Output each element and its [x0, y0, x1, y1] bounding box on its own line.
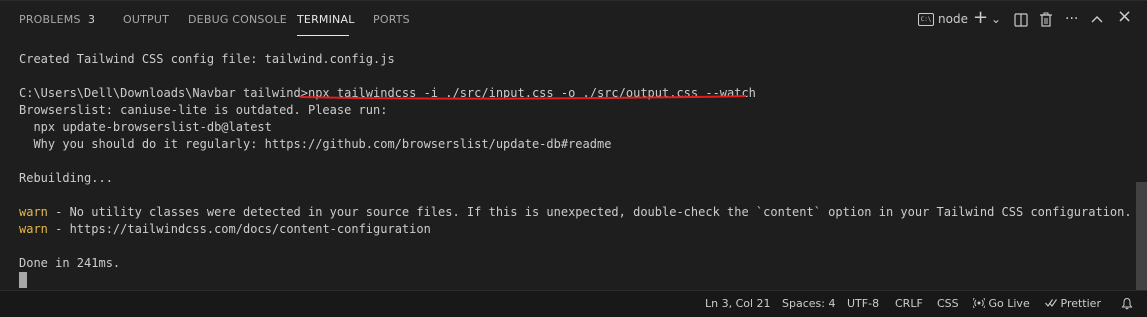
- status-bar: Ln 3, Col 21 Spaces: 4 UTF-8 CRLF CSS Go…: [0, 290, 1147, 317]
- terminal-line: Done in 241ms.: [19, 256, 121, 270]
- prettier-status[interactable]: Prettier: [1045, 297, 1101, 310]
- panel-tab-bar: PROBLEMS 3 OUTPUT DEBUG CONSOLE TERMINAL…: [0, 0, 1147, 39]
- eol-setting[interactable]: CRLF: [895, 297, 923, 310]
- split-terminal-icon[interactable]: [1014, 13, 1028, 27]
- terminal-icon[interactable]: C:\: [918, 13, 934, 26]
- terminal-line: npx update-browserslist-db@latest: [19, 120, 272, 134]
- terminal-line: Rebuilding...: [19, 171, 113, 185]
- go-live-button[interactable]: Go Live: [971, 297, 1030, 310]
- warn-label: warn: [19, 205, 48, 219]
- terminal-cursor: [19, 272, 27, 288]
- warn-message: - No utility classes were detected in yo…: [47, 205, 1132, 219]
- terminal-line: Browserslist: caniuse-lite is outdated. …: [19, 103, 388, 117]
- trash-icon[interactable]: [1039, 12, 1053, 27]
- indentation-setting[interactable]: Spaces: 4: [782, 297, 835, 310]
- go-live-label: Go Live: [988, 297, 1030, 310]
- more-actions-icon[interactable]: ···: [1065, 9, 1078, 29]
- tab-ports[interactable]: PORTS: [373, 13, 410, 26]
- cursor-position[interactable]: Ln 3, Col 21: [705, 297, 771, 310]
- tab-problems[interactable]: PROBLEMS: [19, 13, 81, 26]
- active-tab-indicator: [297, 35, 349, 36]
- double-check-icon: [1045, 299, 1057, 307]
- terminal-warn-line: warn - https://tailwindcss.com/docs/cont…: [19, 221, 431, 238]
- terminal-output[interactable]: Created Tailwind CSS config file: tailwi…: [0, 38, 1134, 290]
- tab-terminal[interactable]: TERMINAL: [297, 13, 355, 26]
- red-annotation-underline: [299, 95, 747, 100]
- maximize-panel-icon[interactable]: [1091, 14, 1103, 24]
- terminal-warn-line: warn - No utility classes were detected …: [19, 204, 1132, 221]
- encoding-setting[interactable]: UTF-8: [847, 297, 879, 310]
- tab-output[interactable]: OUTPUT: [123, 13, 169, 26]
- tab-debug-console[interactable]: DEBUG CONSOLE: [188, 13, 287, 26]
- bell-icon[interactable]: [1121, 297, 1133, 310]
- terminal-instance-label[interactable]: node: [938, 12, 968, 26]
- chevron-down-icon[interactable]: ⌄: [991, 9, 1001, 29]
- language-mode[interactable]: CSS: [937, 297, 959, 310]
- terminal-line: Why you should do it regularly: https://…: [19, 137, 612, 151]
- prettier-label: Prettier: [1060, 297, 1101, 310]
- add-terminal-icon[interactable]: +: [973, 8, 988, 28]
- close-panel-icon[interactable]: ×: [1117, 7, 1132, 27]
- terminal-scrollbar[interactable]: [1136, 182, 1147, 290]
- terminal-line: Created Tailwind CSS config file: tailwi…: [19, 52, 395, 66]
- broadcast-icon: [971, 297, 987, 309]
- warn-message: - https://tailwindcss.com/docs/content-c…: [47, 222, 431, 236]
- problems-count-badge: 3: [88, 13, 95, 26]
- warn-label: warn: [19, 222, 48, 236]
